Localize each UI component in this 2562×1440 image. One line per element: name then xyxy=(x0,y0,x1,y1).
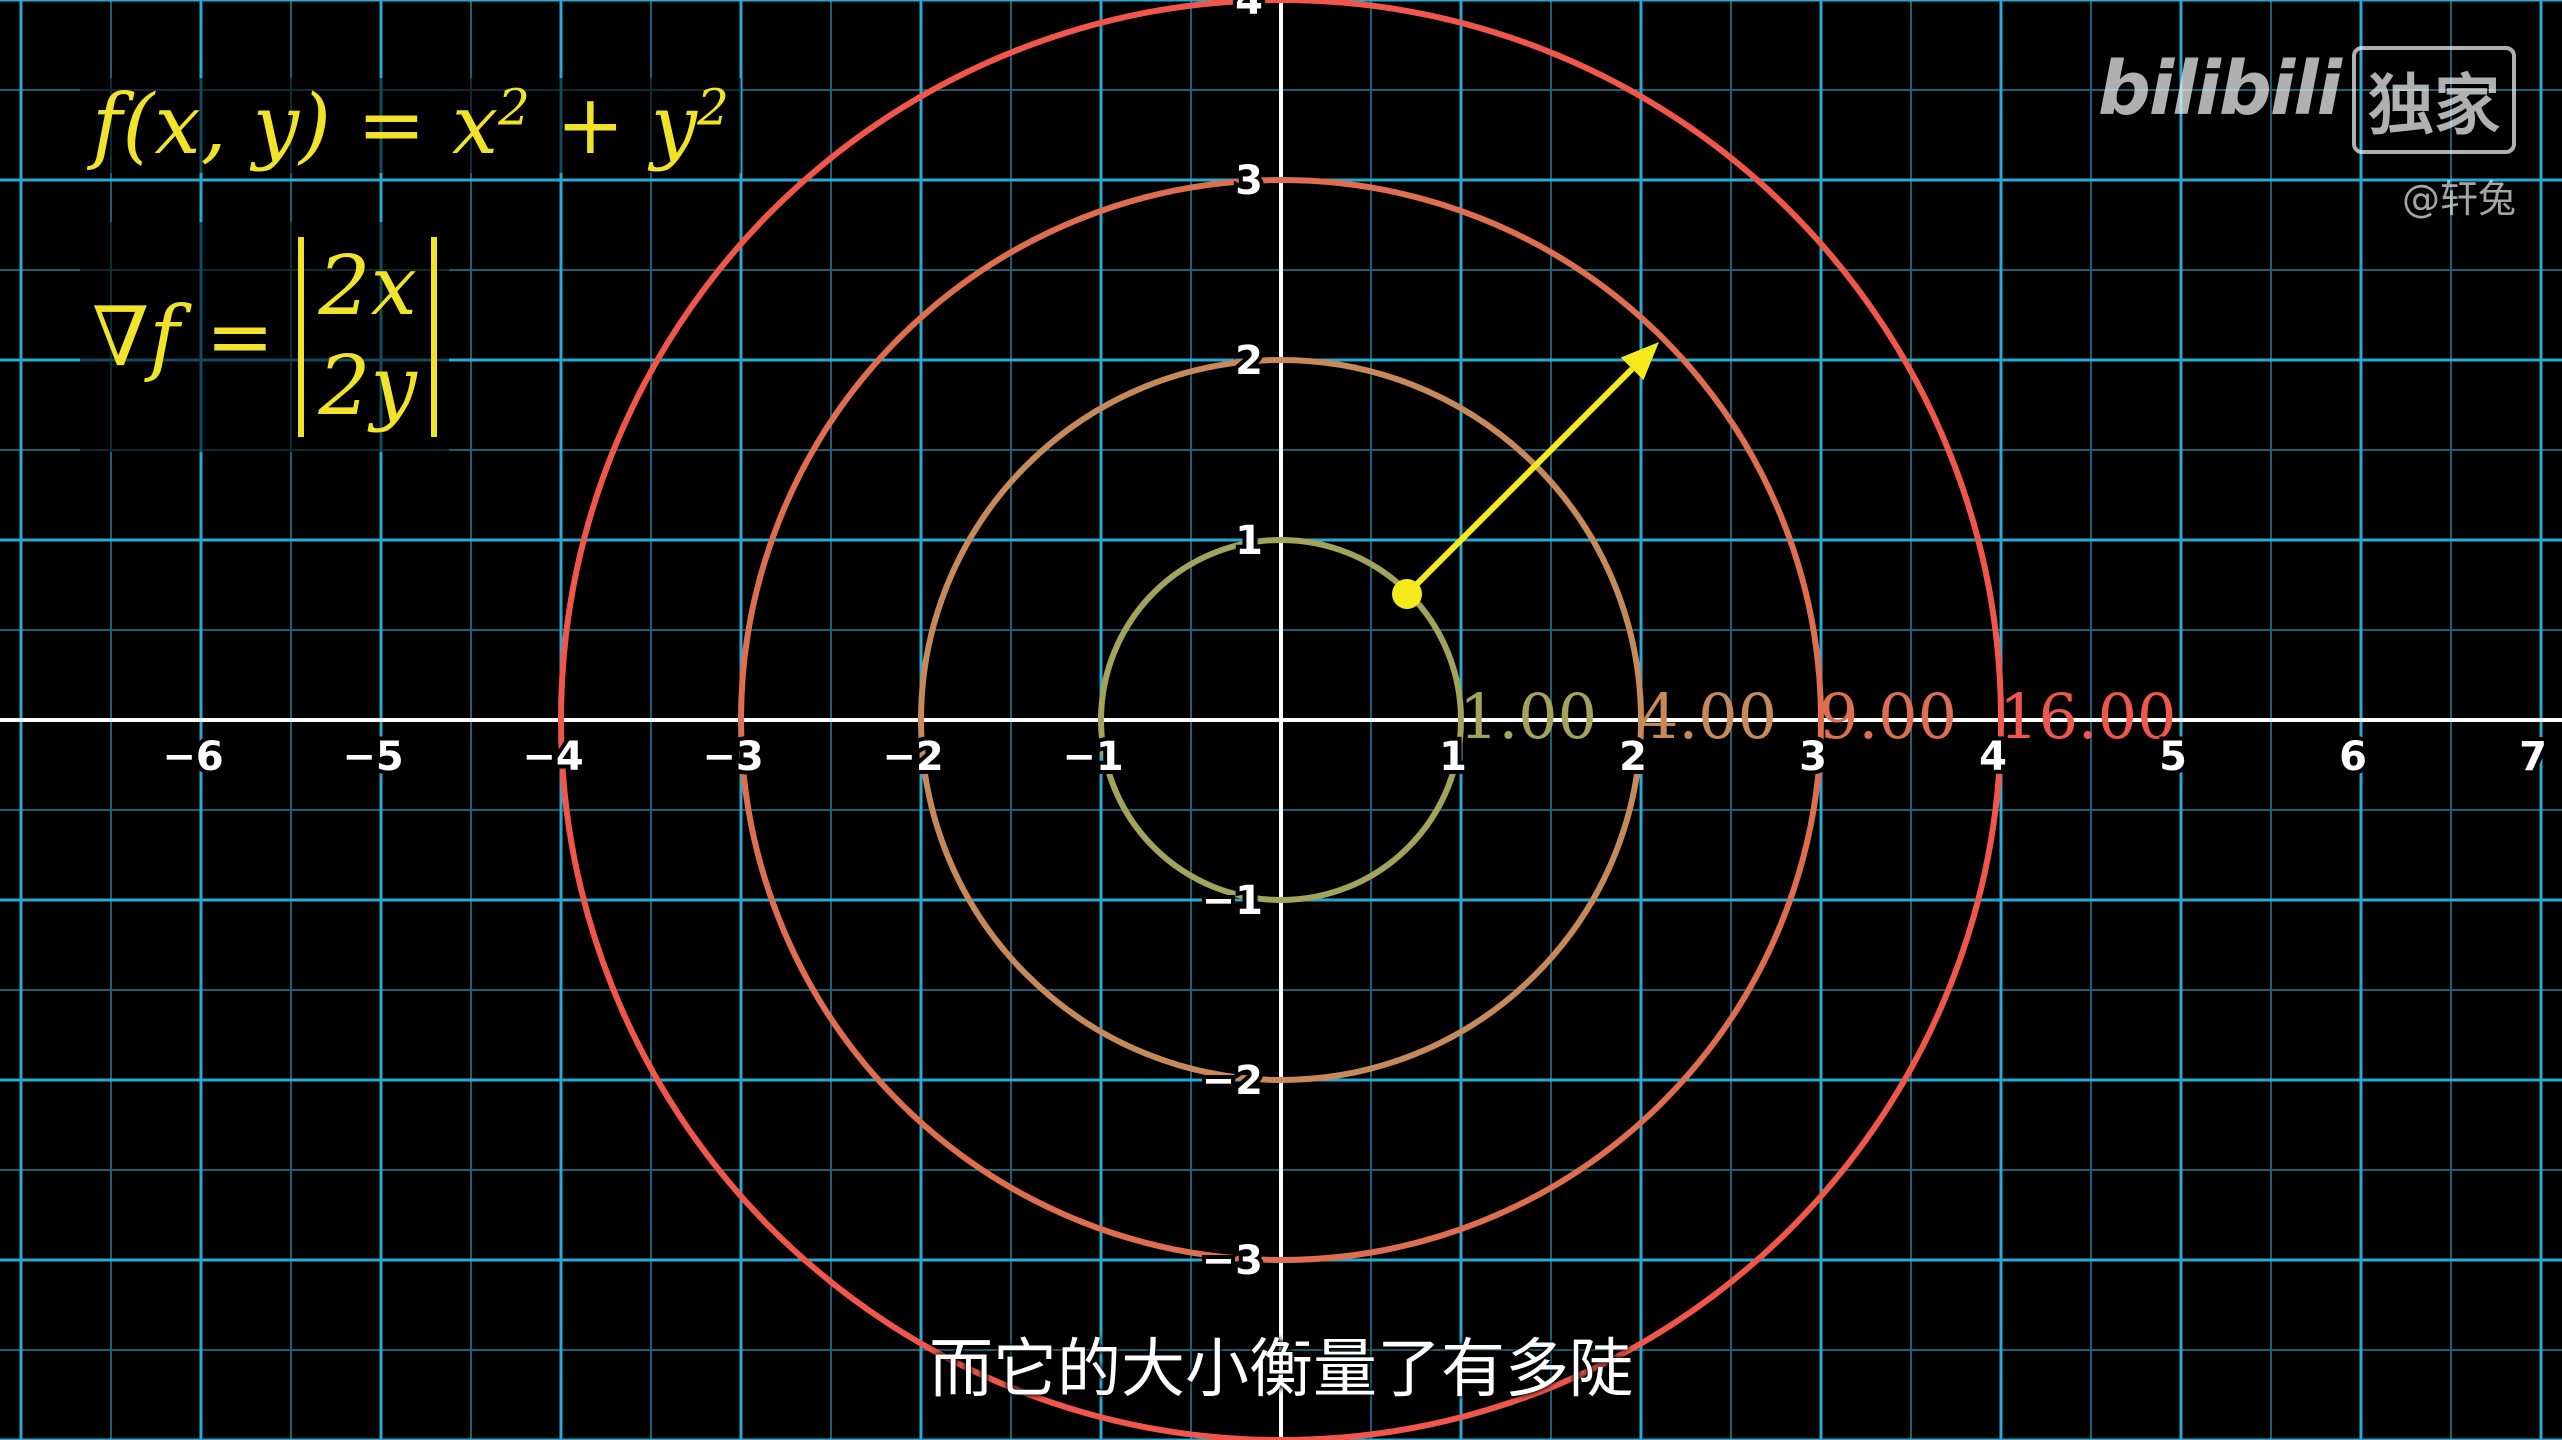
contour-level-label: 9.00 xyxy=(1819,680,1957,753)
y-tick-label: 3 xyxy=(1235,158,1263,204)
function-lhs: f(x, y) = x xyxy=(92,78,499,173)
contour-level-label: 4.00 xyxy=(1639,680,1777,753)
x-tick-label: 5 xyxy=(2159,734,2187,780)
x-tick-label: 6 xyxy=(2339,734,2367,780)
contour-level-label: 16.00 xyxy=(1999,680,2177,753)
x-tick-label: −6 xyxy=(162,734,223,780)
author-credit: @轩兔 xyxy=(2401,177,2516,221)
x-tick-label: 1 xyxy=(1439,734,1467,780)
x-tick-label: −5 xyxy=(342,734,403,780)
function-exponent-y: 2 xyxy=(697,78,729,137)
x-tick-label: −2 xyxy=(882,734,943,780)
x-tick-label: 4 xyxy=(1979,734,2007,780)
video-subtitle: 而它的大小衡量了有多陡 xyxy=(929,1333,1633,1407)
bilibili-watermark: bilibili 独家 xyxy=(2098,46,2516,154)
gradient-formula: ∇f = 2x 2y xyxy=(80,222,449,452)
x-tick-label: −4 xyxy=(522,734,583,780)
x-tick-label: 3 xyxy=(1799,734,1827,780)
x-tick-label: −3 xyxy=(702,734,763,780)
function-formula: f(x, y) = x2 + y2 xyxy=(80,78,741,173)
gradient-bottom-entry: 2y xyxy=(318,339,417,434)
input-point xyxy=(1392,579,1422,609)
gradient-lhs: ∇f = xyxy=(92,289,275,385)
bilibili-logo: bilibili xyxy=(2097,46,2342,132)
gradient-vector xyxy=(1392,342,1659,609)
y-tick-label: −1 xyxy=(1202,878,1263,924)
y-tick-label: 2 xyxy=(1235,338,1263,384)
contour-plot: 1.00 4.00 9.00 16.00 −6 −5 −4 −3 −2 −1 1 2 3 4 5 6 7 −3 −2… xyxy=(0,0,2562,1440)
y-tick-label: 4 xyxy=(1235,0,1263,24)
x-tick-label: −1 xyxy=(1062,734,1123,780)
exclusive-badge: 独家 xyxy=(2352,46,2516,154)
gradient-top-entry: 2x xyxy=(318,239,417,334)
function-exponent-x: 2 xyxy=(498,78,530,137)
gradient-vector-matrix: 2x 2y xyxy=(298,237,437,437)
x-tick-label: 2 xyxy=(1619,734,1647,780)
function-mid: + y xyxy=(529,78,698,173)
y-tick-label: −3 xyxy=(1202,1238,1263,1284)
axes xyxy=(0,0,2562,1440)
y-tick-label: −2 xyxy=(1202,1058,1263,1104)
y-tick-label: 1 xyxy=(1235,518,1263,564)
tick-labels: 1.00 4.00 9.00 16.00 −6 −5 −4 −3 −2 −1 1 2 3 4 5 6 7 −3 −2… xyxy=(158,0,2551,1288)
x-tick-label: 7 xyxy=(2519,734,2547,780)
gradient-arrow-shaft xyxy=(1404,366,1635,597)
contour-level-label: 1.00 xyxy=(1459,680,1597,753)
